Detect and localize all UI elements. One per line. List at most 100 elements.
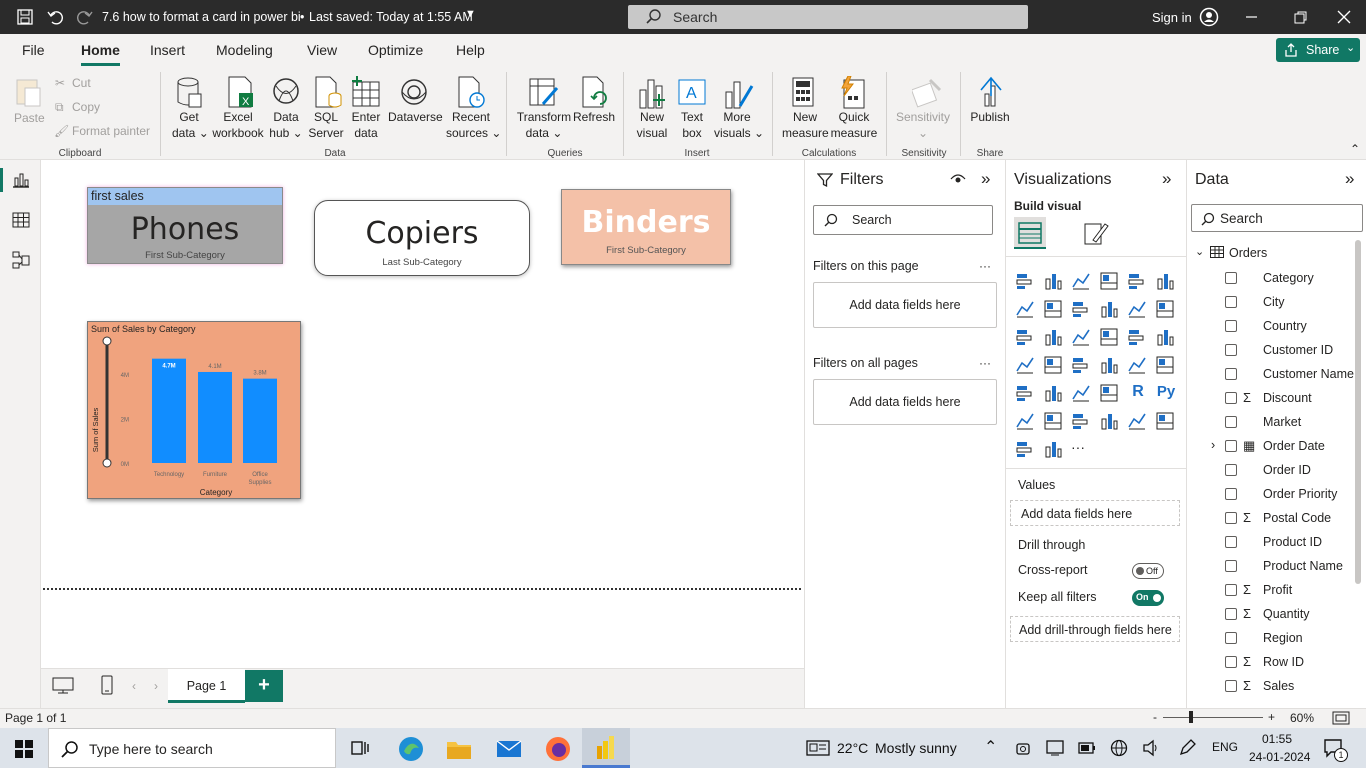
add-page-button[interactable]: + — [245, 670, 283, 702]
field-checkbox[interactable] — [1225, 656, 1237, 668]
paginated-report-icon[interactable] — [1155, 411, 1177, 433]
drill-through-dropzone[interactable]: Add drill-through fields here — [1010, 616, 1180, 642]
close-icon[interactable] — [1337, 10, 1351, 24]
filters-this-page-dropzone[interactable]: Add data fields here — [813, 282, 997, 328]
report-canvas[interactable]: first sales Phones First Sub-Category Co… — [41, 160, 803, 668]
r-visual-icon[interactable]: R — [1127, 383, 1149, 405]
field-checkbox[interactable] — [1225, 368, 1237, 380]
edge-icon[interactable] — [398, 736, 424, 762]
text-box-button[interactable]: Text box — [676, 109, 708, 141]
pie-icon[interactable] — [1099, 327, 1121, 349]
slider-handle-bottom[interactable] — [102, 458, 112, 468]
more-visuals-icon[interactable]: ··· — [1071, 439, 1093, 461]
task-view-icon[interactable] — [350, 738, 370, 758]
language-indicator[interactable]: ENG — [1212, 740, 1238, 754]
cross-report-toggle[interactable]: Off — [1132, 563, 1164, 579]
get-data-button[interactable]: Get data ⌄ — [172, 109, 209, 141]
power-automate-icon[interactable] — [1043, 439, 1065, 461]
donut-icon[interactable] — [1127, 327, 1149, 349]
line-stacked-column-icon[interactable] — [1099, 299, 1121, 321]
zoom-slider[interactable] — [1163, 717, 1263, 718]
dataverse-button[interactable]: Dataverse — [388, 109, 443, 125]
battery-icon[interactable] — [1078, 741, 1096, 755]
kpi-icon[interactable] — [1015, 383, 1037, 405]
fit-to-page-icon[interactable] — [1332, 711, 1350, 725]
display-icon[interactable] — [1046, 740, 1064, 756]
field-checkbox[interactable] — [1225, 560, 1237, 572]
publish-button[interactable]: Publish — [966, 109, 1014, 125]
key-influencers-icon[interactable] — [1015, 411, 1037, 433]
waterfall-icon[interactable] — [1015, 327, 1037, 349]
chevron-down-icon[interactable]: ⌄ — [1195, 245, 1204, 258]
report-view-icon[interactable] — [12, 172, 30, 188]
firefox-icon[interactable] — [545, 736, 571, 762]
card-icon[interactable] — [1127, 355, 1149, 377]
funnel-icon[interactable] — [1043, 327, 1065, 349]
excel-workbook-button[interactable]: Excel workbook — [210, 109, 266, 141]
menu-home[interactable]: Home — [81, 42, 120, 58]
100-stacked-bar-icon[interactable] — [1127, 271, 1149, 293]
field-checkbox[interactable] — [1225, 680, 1237, 692]
stacked-column-icon[interactable] — [1043, 271, 1065, 293]
zoom-slider-handle[interactable] — [1189, 711, 1193, 723]
card-phones[interactable]: first sales Phones First Sub-Category — [87, 187, 283, 264]
field-checkbox[interactable] — [1225, 584, 1237, 596]
gauge-icon[interactable] — [1099, 355, 1121, 377]
new-visual-button[interactable]: New visual — [634, 109, 670, 141]
data-search-input[interactable]: Search — [1191, 204, 1363, 232]
chevron-down-icon[interactable]: ▼ — [465, 8, 476, 20]
filters-all-pages-dropzone[interactable]: Add data fields here — [813, 379, 997, 425]
scatter-icon[interactable] — [1071, 327, 1093, 349]
more-options-icon[interactable]: ··· — [979, 356, 991, 370]
more-visuals-button[interactable]: More visuals ⌄ — [714, 109, 764, 141]
search-bar[interactable]: Search — [628, 5, 1028, 29]
maximize-icon[interactable] — [1294, 11, 1308, 25]
card-copiers[interactable]: Copiers Last Sub-Category — [314, 200, 530, 276]
goals-icon[interactable] — [1127, 411, 1149, 433]
account-icon[interactable] — [1199, 7, 1219, 27]
chevron-up-icon[interactable]: ⌃ — [984, 737, 997, 757]
transform-data-button[interactable]: Transform data ⌄ — [515, 109, 573, 141]
mail-icon[interactable] — [496, 738, 522, 760]
zoom-out-button[interactable]: - — [1153, 710, 1157, 724]
field-checkbox[interactable] — [1225, 608, 1237, 620]
stacked-bar-icon[interactable] — [1015, 271, 1037, 293]
prev-page-icon[interactable]: ‹ — [132, 679, 136, 693]
values-dropzone[interactable]: Add data fields here — [1010, 500, 1180, 526]
clustered-bar-icon[interactable] — [1071, 271, 1093, 293]
100-stacked-column-icon[interactable] — [1155, 271, 1177, 293]
sign-in-link[interactable]: Sign in — [1152, 10, 1192, 25]
redo-icon[interactable] — [77, 9, 93, 25]
weather-news-icon[interactable] — [806, 740, 830, 756]
bar-furniture[interactable] — [198, 371, 232, 463]
menu-insert[interactable]: Insert — [150, 42, 185, 58]
enter-data-button[interactable]: Enter data — [348, 109, 384, 141]
data-hub-button[interactable]: Data hub ⌄ — [267, 109, 305, 141]
field-checkbox[interactable] — [1225, 632, 1237, 644]
table-icon[interactable] — [1071, 383, 1093, 405]
stacked-area-icon[interactable] — [1071, 299, 1093, 321]
weather-temp[interactable]: 22°C — [837, 740, 868, 756]
decomposition-tree-icon[interactable] — [1043, 411, 1065, 433]
line-clustered-column-icon[interactable] — [1127, 299, 1149, 321]
bar-office-supplies[interactable] — [243, 378, 277, 463]
field-checkbox[interactable] — [1225, 512, 1237, 524]
taskbar-search[interactable]: Type here to search — [48, 728, 336, 768]
area-icon[interactable] — [1043, 299, 1065, 321]
chevron-right-icon[interactable]: › — [1211, 438, 1215, 452]
slicer-icon[interactable] — [1043, 383, 1065, 405]
minimize-icon[interactable] — [1245, 10, 1259, 24]
ribbon-icon[interactable] — [1155, 299, 1177, 321]
field-checkbox[interactable] — [1225, 320, 1237, 332]
qa-icon[interactable] — [1071, 411, 1093, 433]
menu-view[interactable]: View — [307, 42, 337, 58]
format-painter-button[interactable]: Format painter — [72, 123, 150, 139]
card-binders[interactable]: Binders First Sub-Category — [561, 189, 731, 265]
eye-icon[interactable] — [950, 173, 966, 185]
field-checkbox[interactable] — [1225, 488, 1237, 500]
save-icon[interactable] — [17, 9, 33, 25]
file-title[interactable]: 7.6 how to format a card in power bi — [102, 10, 301, 24]
collapse-ribbon-icon[interactable]: ⌃ — [1350, 142, 1360, 156]
bar-chart-visual[interactable]: Sum of Sales by Category Sum of Sales Ca… — [87, 321, 301, 499]
copy-button[interactable]: Copy — [72, 99, 100, 115]
